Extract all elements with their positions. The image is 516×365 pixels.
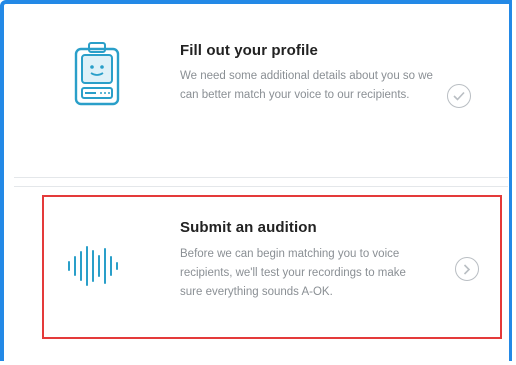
checkmark-circle-icon: [447, 84, 471, 108]
profile-card-description: We need some additional details about yo…: [180, 70, 433, 101]
selection-highlight: [42, 195, 502, 339]
profile-card-title: Fill out your profile: [180, 42, 318, 59]
profile-badge-icon: [74, 42, 120, 111]
profile-step-card[interactable]: Fill out your profile We need some addit…: [14, 14, 508, 178]
